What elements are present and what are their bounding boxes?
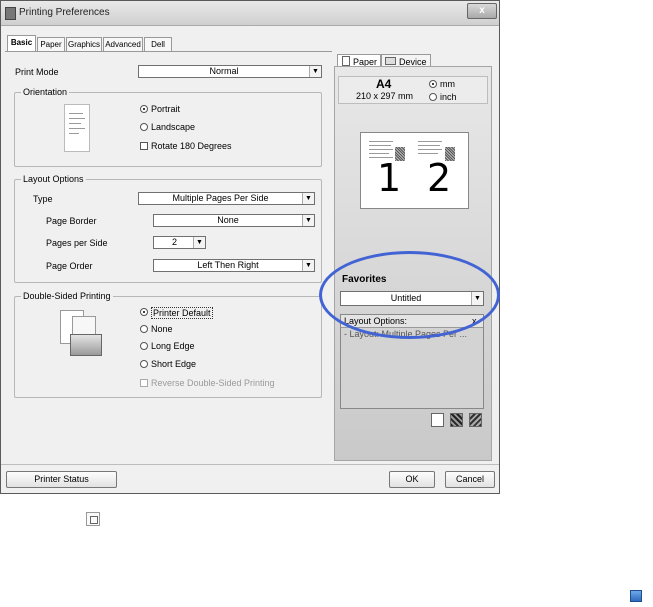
tray-icon[interactable] (630, 590, 642, 602)
pattern-swatch-dark[interactable] (450, 413, 463, 427)
double-sided-title: Double-Sided Printing (21, 291, 113, 301)
landscape-radio[interactable] (140, 123, 148, 131)
page-order-value: Left Then Right (197, 260, 259, 270)
none-radio[interactable] (140, 325, 148, 333)
printer-icon (385, 57, 396, 65)
tab-advanced[interactable]: Advanced (103, 37, 143, 51)
ok-button[interactable]: OK (389, 471, 435, 488)
printer-app-icon (5, 7, 16, 20)
long-edge-radio[interactable] (140, 342, 148, 350)
unit-mm-label[interactable]: mm (440, 79, 455, 89)
tab-graphics[interactable]: Graphics (66, 37, 102, 51)
chevron-down-icon: ▼ (302, 215, 314, 226)
reverse-duplex-checkbox[interactable] (140, 379, 148, 387)
print-mode-value: Normal (209, 66, 239, 76)
taskbar-window-icon[interactable] (86, 512, 100, 526)
print-mode-select[interactable]: Normal ▼ (138, 65, 322, 78)
layout-type-value: Multiple Pages Per Side (172, 193, 269, 203)
tab-basic[interactable]: Basic (7, 35, 36, 52)
window-title: Printing Preferences (19, 7, 110, 18)
tab-paper[interactable]: Paper (37, 37, 65, 51)
landscape-label[interactable]: Landscape (151, 122, 195, 132)
unit-inch-label[interactable]: inch (440, 92, 457, 102)
pages-per-side-select[interactable]: 2 ▼ (153, 236, 206, 249)
duplex-printer-icon (56, 310, 102, 360)
long-edge-label[interactable]: Long Edge (151, 341, 195, 351)
unit-inch-radio[interactable] (429, 93, 437, 101)
rotate-180-label[interactable]: Rotate 180 Degrees (151, 141, 232, 151)
chevron-down-icon: ▼ (302, 260, 314, 271)
page-order-select[interactable]: Left Then Right ▼ (153, 259, 315, 272)
short-edge-radio[interactable] (140, 360, 148, 368)
portrait-label[interactable]: Portrait (151, 104, 180, 114)
portrait-radio[interactable] (140, 105, 148, 113)
layout-options-title: Layout Options (21, 174, 86, 184)
layout-preview: 1 2 (360, 132, 469, 209)
printer-default-label[interactable]: Printer Default (151, 307, 213, 319)
chevron-down-icon: ▼ (193, 237, 205, 248)
none-label[interactable]: None (151, 324, 173, 334)
reverse-duplex-label: Reverse Double-Sided Printing (151, 378, 275, 388)
paper-size: A4 (376, 77, 392, 91)
tab-dell[interactable]: Dell (144, 37, 172, 51)
footer-divider (1, 464, 499, 465)
highlight-ellipse (319, 251, 500, 339)
close-button[interactable]: x (467, 3, 497, 19)
chevron-down-icon: ▼ (302, 193, 314, 204)
pages-per-side-value: 2 (172, 237, 178, 247)
preview-page-1: 1 (377, 156, 402, 200)
unit-mm-radio[interactable] (429, 80, 437, 88)
cancel-button[interactable]: Cancel (445, 471, 495, 488)
paper-dimensions: 210 x 297 mm (356, 91, 414, 101)
printer-status-button[interactable]: Printer Status (6, 471, 117, 488)
pages-per-side-label: Pages per Side (46, 238, 108, 248)
rotate-180-checkbox[interactable] (140, 142, 148, 150)
short-edge-label[interactable]: Short Edge (151, 359, 196, 369)
printer-default-radio[interactable] (140, 308, 148, 316)
page-border-value: None (217, 215, 239, 225)
print-mode-label: Print Mode (15, 67, 59, 77)
paper-icon (342, 56, 350, 66)
layout-type-label: Type (33, 194, 53, 204)
layout-type-select[interactable]: Multiple Pages Per Side ▼ (138, 192, 315, 205)
page-order-label: Page Order (46, 261, 93, 271)
preview-page-2: 2 (427, 156, 452, 200)
pattern-swatch-light[interactable] (469, 413, 482, 427)
orientation-title: Orientation (21, 87, 70, 97)
color-plain-swatch[interactable] (431, 413, 444, 427)
title-bar[interactable]: Printing Preferences x (1, 1, 499, 26)
printing-preferences-window: Printing Preferences x Basic Paper Graph… (0, 0, 500, 494)
portrait-page-icon (64, 104, 90, 152)
page-border-select[interactable]: None ▼ (153, 214, 315, 227)
tab-divider (5, 51, 332, 52)
page-border-label: Page Border (46, 216, 97, 226)
paper-info-box: A4 210 x 297 mm mm inch (338, 76, 488, 104)
chevron-down-icon: ▼ (309, 66, 321, 77)
